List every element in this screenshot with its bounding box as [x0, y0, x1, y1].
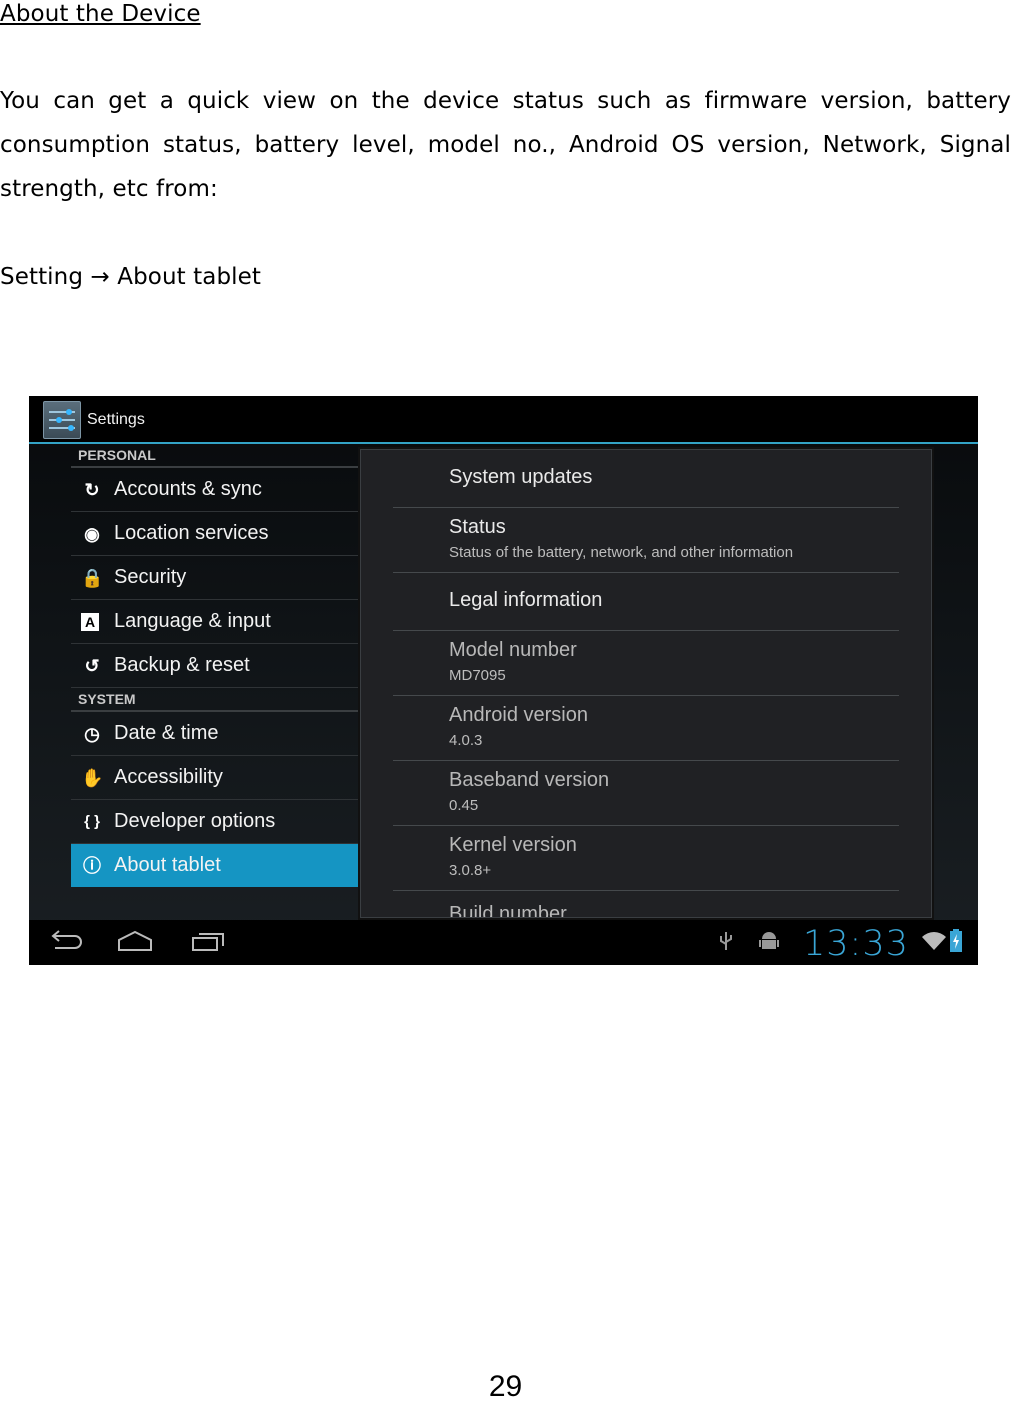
home-button[interactable]	[117, 930, 153, 952]
sidebar-item-label: Accessibility	[114, 766, 223, 788]
pref-summary: Status of the battery, network, and othe…	[449, 544, 794, 561]
pref-android-version[interactable]: Android version 4.0.3	[393, 696, 899, 761]
pref-summary: 4.0.3	[449, 732, 483, 749]
battery-charging-icon	[950, 929, 962, 952]
tablet-screenshot: Settings PERSONAL ↻ Accounts & sync ◉ Locati…	[29, 396, 978, 965]
section-heading: About the Device	[0, 1, 201, 27]
pref-kernel-version[interactable]: Kernel version 3.0.8+	[393, 826, 899, 891]
settings-categories: PERSONAL ↻ Accounts & sync ◉ Location servic…	[71, 444, 359, 887]
about-tablet-panel: System updates Status Status of the batter…	[360, 449, 932, 918]
pref-summary: 3.0.8+	[449, 862, 492, 879]
pref-title: Baseband version	[449, 769, 610, 791]
pref-title: Kernel version	[449, 834, 577, 856]
pref-baseband-version[interactable]: Baseband version 0.45	[393, 761, 899, 826]
sidebar-item-label: Date & time	[114, 722, 219, 744]
sync-icon: ↻	[84, 480, 100, 500]
pref-status[interactable]: Status Status of the battery, network, an…	[393, 508, 899, 573]
sidebar-item-label: Location services	[114, 522, 269, 544]
pref-title: Model number	[449, 639, 577, 661]
pref-summary: 0.45	[449, 797, 479, 814]
pref-build-number[interactable]: Build number	[393, 891, 899, 918]
sidebar-item-accounts-sync[interactable]: ↻ Accounts & sync	[71, 468, 359, 512]
page-number: 29	[488, 1370, 523, 1403]
sidebar-item-label: Developer options	[114, 810, 276, 832]
system-bar: 13:33	[29, 920, 978, 965]
sidebar-item-backup-reset[interactable]: ↺ Backup & reset	[71, 644, 359, 688]
location-icon: ◉	[84, 524, 100, 544]
pref-model-number[interactable]: Model number MD7095	[393, 631, 899, 696]
sidebar-item-developer-options[interactable]: { } Developer options	[71, 800, 359, 844]
hand-icon: ✋	[81, 768, 104, 788]
sidebar-item-label: Accounts & sync	[114, 478, 262, 500]
back-button[interactable]	[49, 930, 83, 952]
sidebar-item-language-input[interactable]: A Language & input	[71, 600, 359, 644]
pref-title: Status	[449, 516, 506, 538]
wifi-icon	[922, 932, 946, 950]
info-icon: ⓘ	[83, 856, 101, 876]
sidebar-item-label: Security	[114, 566, 187, 588]
app-title: Settings	[87, 411, 145, 428]
pref-title: Legal information	[449, 589, 603, 611]
language-icon: A	[81, 613, 99, 631]
braces-icon: { }	[84, 813, 100, 830]
sidebar-item-about-tablet[interactable]: ⓘ About tablet	[71, 844, 359, 887]
usb-icon	[720, 932, 732, 950]
clock-icon: ◷	[84, 724, 100, 744]
sidebar-item-label: Language & input	[114, 610, 271, 632]
pref-title: Android version	[449, 704, 588, 726]
sidebar-item-label: About tablet	[114, 854, 221, 876]
sidebar-item-date-time[interactable]: ◷ Date & time	[71, 712, 359, 756]
action-bar: Settings	[29, 396, 978, 444]
pref-title: Build number	[449, 903, 567, 918]
pref-summary: MD7095	[449, 667, 506, 684]
pref-title: System updates	[449, 466, 593, 488]
section-header-personal: PERSONAL	[71, 444, 359, 468]
lock-icon: 🔒	[81, 568, 104, 588]
android-debug-icon	[759, 932, 779, 949]
sidebar-item-security[interactable]: 🔒 Security	[71, 556, 359, 600]
pref-system-updates[interactable]: System updates	[393, 450, 899, 508]
status-clock: 13:33	[803, 924, 909, 964]
sidebar-item-accessibility[interactable]: ✋ Accessibility	[71, 756, 359, 800]
section-header-system: SYSTEM	[71, 688, 359, 712]
sidebar-item-location-services[interactable]: ◉ Location services	[71, 512, 359, 556]
recent-apps-button[interactable]	[191, 930, 225, 952]
intro-paragraph: You can get a quick view on the device s…	[0, 88, 1011, 202]
pref-legal-information[interactable]: Legal information	[393, 573, 899, 631]
settings-app-icon	[43, 401, 81, 439]
navigation-path: Setting → About tablet	[0, 264, 262, 290]
sidebar-item-label: Backup & reset	[114, 654, 250, 676]
backup-icon: ↺	[84, 656, 100, 676]
